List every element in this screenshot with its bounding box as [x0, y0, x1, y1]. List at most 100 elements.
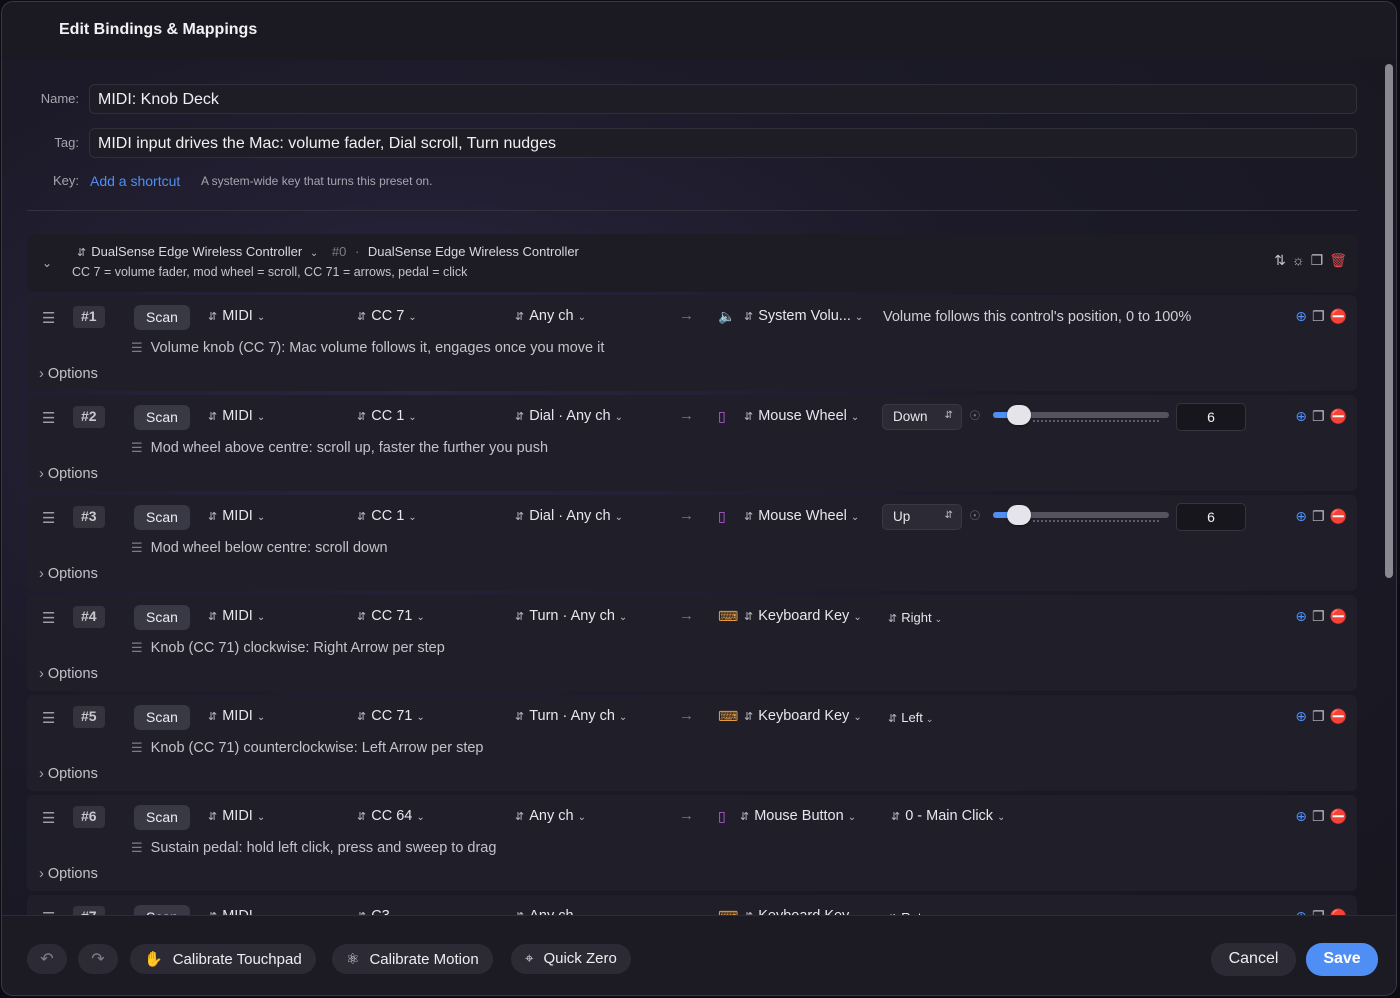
source-select[interactable]: ⇵ MIDI⌄	[208, 408, 265, 424]
calibrate-touchpad-button[interactable]: ✋ Calibrate Touchpad	[130, 944, 316, 974]
copy-icon[interactable]: ❐	[1312, 308, 1325, 325]
source-select[interactable]: ⇵ MIDI⌄	[208, 608, 265, 624]
brightness-icon[interactable]: ☼	[1292, 252, 1305, 269]
up-down-icon: ⇵	[515, 411, 525, 423]
name-field[interactable]: MIDI: Knob Deck	[89, 84, 1357, 114]
notes-text[interactable]: ☰ Mod wheel above centre: scroll up, fast…	[131, 440, 548, 456]
scan-button[interactable]: Scan	[134, 305, 190, 330]
drag-handle-icon[interactable]: ☰	[42, 609, 55, 627]
scan-button[interactable]: Scan	[134, 505, 190, 530]
slider-knob[interactable]	[1007, 505, 1032, 525]
copy-icon[interactable]: ❐	[1312, 808, 1325, 825]
scan-button[interactable]: Scan	[134, 705, 190, 730]
drag-handle-icon[interactable]: ☰	[42, 709, 55, 727]
mode-select[interactable]: ⇵ Dial · Any ch ⌄	[515, 508, 623, 524]
scan-button[interactable]: Scan	[134, 805, 190, 830]
mode-select[interactable]: ⇵ Any ch⌄	[515, 808, 586, 824]
undo-icon[interactable]: ↶	[27, 944, 67, 974]
add-icon[interactable]: ⊕	[1295, 608, 1307, 625]
slider-knob[interactable]	[1007, 405, 1032, 425]
target-select[interactable]: ⇵ System Volu... ⌄	[744, 308, 863, 324]
speed-slider[interactable]	[993, 405, 1169, 425]
source-select[interactable]: ⇵ MIDI⌄	[208, 308, 265, 324]
notes-text[interactable]: ☰ Knob (CC 71) clockwise: Right Arrow per…	[131, 640, 445, 656]
remove-icon[interactable]: ⛔	[1330, 508, 1347, 525]
copy-icon[interactable]: ❐	[1312, 408, 1325, 425]
calibrate-motion-button[interactable]: ⚛ Calibrate Motion	[332, 944, 493, 974]
remove-icon[interactable]: ⛔	[1330, 608, 1347, 625]
control-select[interactable]: ⇵ CC 1 ⌄	[357, 408, 417, 424]
options-toggle[interactable]: › Options	[39, 566, 98, 582]
scan-button[interactable]: Scan	[134, 605, 190, 630]
control-select[interactable]: ⇵ CC 7 ⌄	[357, 308, 417, 324]
redo-icon[interactable]: ↷	[78, 944, 118, 974]
options-toggle[interactable]: › Options	[39, 666, 98, 682]
options-toggle[interactable]: › Options	[39, 766, 98, 782]
quick-zero-button[interactable]: ⌖ Quick Zero	[511, 944, 631, 974]
notes-text[interactable]: ☰ Knob (CC 71) counterclockwise: Left Arr…	[131, 740, 484, 756]
options-toggle[interactable]: › Options	[39, 866, 98, 882]
source-select[interactable]: ⇵ MIDI⌄	[208, 508, 265, 524]
device-select[interactable]: DualSense Edge Wireless Controller	[91, 244, 302, 259]
copy-icon[interactable]: ❐	[1312, 508, 1325, 525]
remove-icon[interactable]: ⛔	[1330, 808, 1347, 825]
trash-icon[interactable]: 🗑	[1329, 252, 1347, 269]
swap-icon[interactable]: ⇅	[1274, 252, 1286, 269]
copy-icon[interactable]: ❐	[1311, 252, 1324, 269]
speed-slider[interactable]	[993, 505, 1169, 525]
direction-select[interactable]: Up ⇵	[882, 504, 962, 530]
tag-field[interactable]: MIDI input drives the Mac: volume fader,…	[89, 128, 1357, 158]
source-select[interactable]: ⇵ MIDI⌄	[208, 708, 265, 724]
collapse-chevron-icon[interactable]: ⌄	[42, 256, 52, 270]
copy-icon[interactable]: ❐	[1312, 608, 1325, 625]
mode-select[interactable]: ⇵ Any ch⌄	[515, 308, 586, 324]
target-select[interactable]: ⇵ Mouse Wheel ⌄	[744, 508, 859, 524]
scrollbar-thumb[interactable]	[1385, 64, 1393, 578]
target-select[interactable]: ⇵ Keyboard Key⌄	[744, 608, 862, 624]
mouse-icon: ▯	[718, 408, 726, 424]
remove-icon[interactable]: ⛔	[1330, 308, 1347, 325]
target-select[interactable]: ⇵ Keyboard Key⌄	[744, 708, 862, 724]
speed-value-field[interactable]: 6	[1176, 403, 1246, 431]
control-select[interactable]: ⇵ CC 71 ⌄	[357, 608, 425, 624]
target-value: Mouse Wheel	[758, 508, 847, 524]
add-icon[interactable]: ⊕	[1295, 308, 1307, 325]
mode-select[interactable]: ⇵ Dial · Any ch ⌄	[515, 408, 623, 424]
scan-button[interactable]: Scan	[134, 405, 190, 430]
key-select[interactable]: ⇵ Right ⌄	[888, 610, 942, 625]
add-shortcut-link[interactable]: Add a shortcut	[90, 173, 180, 189]
remove-icon[interactable]: ⛔	[1330, 708, 1347, 725]
notes-text[interactable]: ☰ Volume knob (CC 7): Mac volume follows …	[131, 340, 604, 356]
chevron-down-icon: ⌄	[618, 712, 628, 723]
notes-text[interactable]: ☰ Sustain pedal: hold left click, press a…	[131, 840, 496, 856]
add-icon[interactable]: ⊕	[1295, 508, 1307, 525]
options-toggle[interactable]: › Options	[39, 366, 98, 382]
drag-handle-icon[interactable]: ☰	[42, 309, 55, 327]
remove-icon[interactable]: ⛔	[1330, 408, 1347, 425]
speed-value-field[interactable]: 6	[1176, 503, 1246, 531]
save-button[interactable]: Save	[1306, 943, 1378, 976]
target-select[interactable]: ⇵ Mouse Button ⌄	[740, 808, 856, 824]
notes-text[interactable]: ☰ Mod wheel below centre: scroll down	[131, 540, 388, 556]
add-icon[interactable]: ⊕	[1295, 708, 1307, 725]
drag-handle-icon[interactable]: ☰	[42, 409, 55, 427]
direction-select[interactable]: Down ⇵	[882, 404, 962, 430]
drag-handle-icon[interactable]: ☰	[42, 809, 55, 827]
binding-row-6: ☰ #6 Scan ⇵ MIDI ⌄ ⇵ CC 64 ⌄ ⇵ Any ch ⌄ → ▯ ⇵ M…	[27, 795, 1357, 891]
copy-icon[interactable]: ❐	[1312, 708, 1325, 725]
mode-select[interactable]: ⇵ Turn · Any ch ⌄	[515, 708, 627, 724]
target-select[interactable]: ⇵ Mouse Wheel ⌄	[744, 408, 859, 424]
source-select[interactable]: ⇵ MIDI⌄	[208, 808, 265, 824]
mode-select[interactable]: ⇵ Turn · Any ch ⌄	[515, 608, 627, 624]
control-select[interactable]: ⇵ CC 71 ⌄	[357, 708, 425, 724]
add-icon[interactable]: ⊕	[1295, 408, 1307, 425]
control-select[interactable]: ⇵ CC 1 ⌄	[357, 508, 417, 524]
row-number: #1	[73, 306, 105, 328]
cancel-button[interactable]: Cancel	[1211, 943, 1296, 976]
button-select[interactable]: ⇵ 0 - Main Click ⌄	[891, 808, 1005, 824]
drag-handle-icon[interactable]: ☰	[42, 509, 55, 527]
control-select[interactable]: ⇵ CC 64 ⌄	[357, 808, 425, 824]
key-select[interactable]: ⇵ Left ⌄	[888, 710, 933, 725]
options-toggle[interactable]: › Options	[39, 466, 98, 482]
add-icon[interactable]: ⊕	[1295, 808, 1307, 825]
